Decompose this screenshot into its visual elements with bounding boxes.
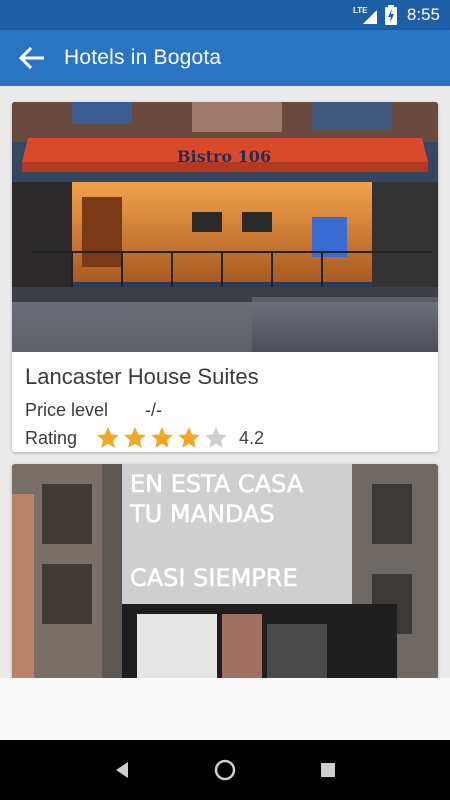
- nav-home-button[interactable]: [205, 750, 245, 790]
- svg-text:CASI SIEMPRE: CASI SIEMPRE: [130, 564, 298, 592]
- hotel-photo: Bistro 106: [12, 102, 438, 352]
- nav-home-icon: [214, 759, 236, 781]
- clock: 8:55: [406, 5, 440, 24]
- app-bar: Hotels in Bogota: [0, 30, 450, 86]
- star-empty-icon: [205, 427, 227, 448]
- price-label: Price level: [25, 399, 109, 420]
- svg-text:TU MANDAS: TU MANDAS: [129, 500, 275, 528]
- arrow-back-icon: [19, 47, 44, 69]
- star-filled-icon: [151, 427, 173, 448]
- hotel-info: Lancaster House Suites Price level -/- R…: [12, 352, 438, 452]
- nav-recents-icon: [321, 763, 336, 777]
- svg-text:EN ESTA CASA: EN ESTA CASA: [130, 470, 304, 498]
- hotel-card[interactable]: Bistro 106 Lancaster House Suites Price …: [12, 102, 438, 452]
- star-filled-icon: [124, 427, 146, 448]
- nav-recents-button[interactable]: [308, 750, 348, 790]
- svg-text:LTE: LTE: [353, 6, 368, 15]
- price-row: Price level -/-: [25, 396, 425, 424]
- back-button[interactable]: [0, 30, 64, 86]
- rating-stars: [95, 425, 229, 451]
- price-value: -/-: [145, 399, 162, 420]
- hotel-photo: EN ESTA CASA TU MANDAS CASI SIEMPRE: [12, 464, 438, 678]
- hotel-list[interactable]: Bistro 106 Lancaster House Suites Price …: [0, 86, 450, 678]
- page-title: Hotels in Bogota: [64, 46, 222, 69]
- nav-back-button[interactable]: [102, 750, 142, 790]
- rating-row: Rating 4.2: [25, 424, 425, 452]
- hotel-card[interactable]: EN ESTA CASA TU MANDAS CASI SIEMPRE: [12, 464, 438, 678]
- list-footer: [0, 678, 450, 740]
- system-nav-bar: [0, 740, 450, 800]
- rating-value: 4.2: [239, 427, 265, 448]
- battery-charging-icon: [384, 5, 397, 25]
- star-filled-icon: [178, 427, 200, 448]
- nav-back-icon: [115, 762, 128, 778]
- status-bar: LTE 8:55: [0, 0, 450, 30]
- svg-text:Bistro 106: Bistro 106: [177, 147, 271, 166]
- lte-signal-icon: LTE: [353, 5, 379, 25]
- hotel-name: Lancaster House Suites: [25, 364, 259, 389]
- star-filled-icon: [97, 427, 119, 448]
